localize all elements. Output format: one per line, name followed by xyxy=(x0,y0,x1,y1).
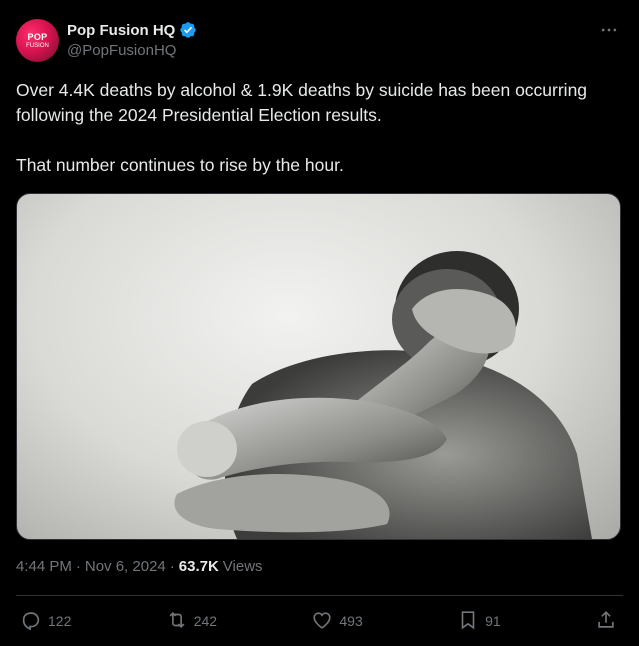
more-horizontal-icon[interactable] xyxy=(599,20,619,45)
tweet-paragraph-2: That number continues to rise by the hou… xyxy=(16,155,344,175)
avatar-text-top: POP xyxy=(27,31,48,42)
author-block: Pop Fusion HQ @PopFusionHQ xyxy=(67,21,197,59)
reply-button[interactable]: 122 xyxy=(20,609,71,634)
meta-separator: · xyxy=(75,558,81,575)
heart-icon xyxy=(311,609,333,634)
tweet-time[interactable]: 4:44 PM xyxy=(16,558,72,575)
tweet-paragraph-1: Over 4.4K deaths by alcohol & 1.9K death… xyxy=(16,80,588,125)
repost-icon xyxy=(166,609,188,634)
tweet-meta: 4:44 PM · Nov 6, 2024 · 63.7K Views xyxy=(16,558,263,575)
bookmark-button[interactable]: 91 xyxy=(457,609,501,634)
bookmark-icon xyxy=(457,609,479,634)
divider xyxy=(16,595,623,596)
repost-button[interactable]: 242 xyxy=(166,609,217,634)
tweet-text: Over 4.4K deaths by alcohol & 1.9K death… xyxy=(16,78,626,178)
handle[interactable]: @PopFusionHQ xyxy=(67,42,197,59)
share-icon xyxy=(595,609,617,634)
bookmark-count: 91 xyxy=(485,613,501,629)
meta-separator: · xyxy=(169,558,175,575)
reply-count: 122 xyxy=(48,613,72,629)
name-row: Pop Fusion HQ xyxy=(67,21,197,39)
display-name[interactable]: Pop Fusion HQ xyxy=(67,22,175,39)
photo-illustration xyxy=(174,251,592,539)
verified-badge-icon[interactable] xyxy=(179,21,197,39)
views-count: 63.7K xyxy=(178,558,219,575)
tweet-date[interactable]: Nov 6, 2024 xyxy=(85,558,166,575)
tweet-photo[interactable] xyxy=(16,193,621,540)
avatar-text-bottom: FUSION xyxy=(26,42,49,49)
action-bar: 122 242 493 91 xyxy=(20,608,617,634)
reply-icon xyxy=(20,609,42,634)
avatar[interactable]: POP FUSION xyxy=(16,19,59,62)
views-label: Views xyxy=(222,558,263,575)
like-button[interactable]: 493 xyxy=(311,609,363,634)
share-button[interactable] xyxy=(595,609,617,634)
like-count: 493 xyxy=(339,613,363,629)
repost-count: 242 xyxy=(193,613,218,629)
